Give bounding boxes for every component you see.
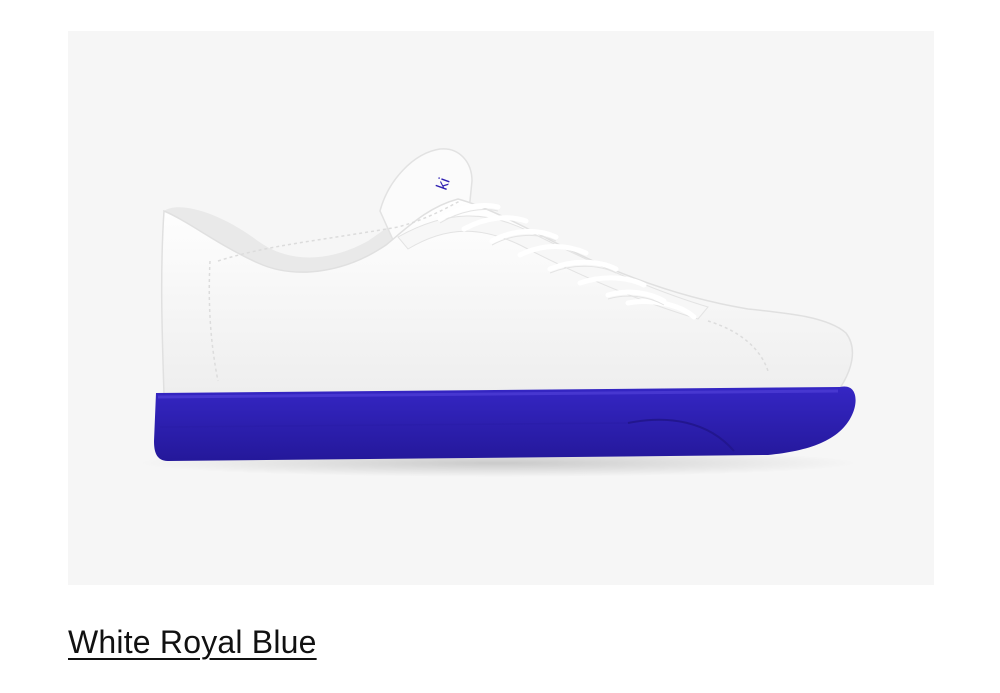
product-variant-card[interactable]: ki White Royal Blue [0,0,1000,693]
product-image[interactable]: ki [68,31,934,585]
variant-name-link[interactable]: White Royal Blue [68,622,317,662]
sneaker-illustration: ki [138,148,858,477]
